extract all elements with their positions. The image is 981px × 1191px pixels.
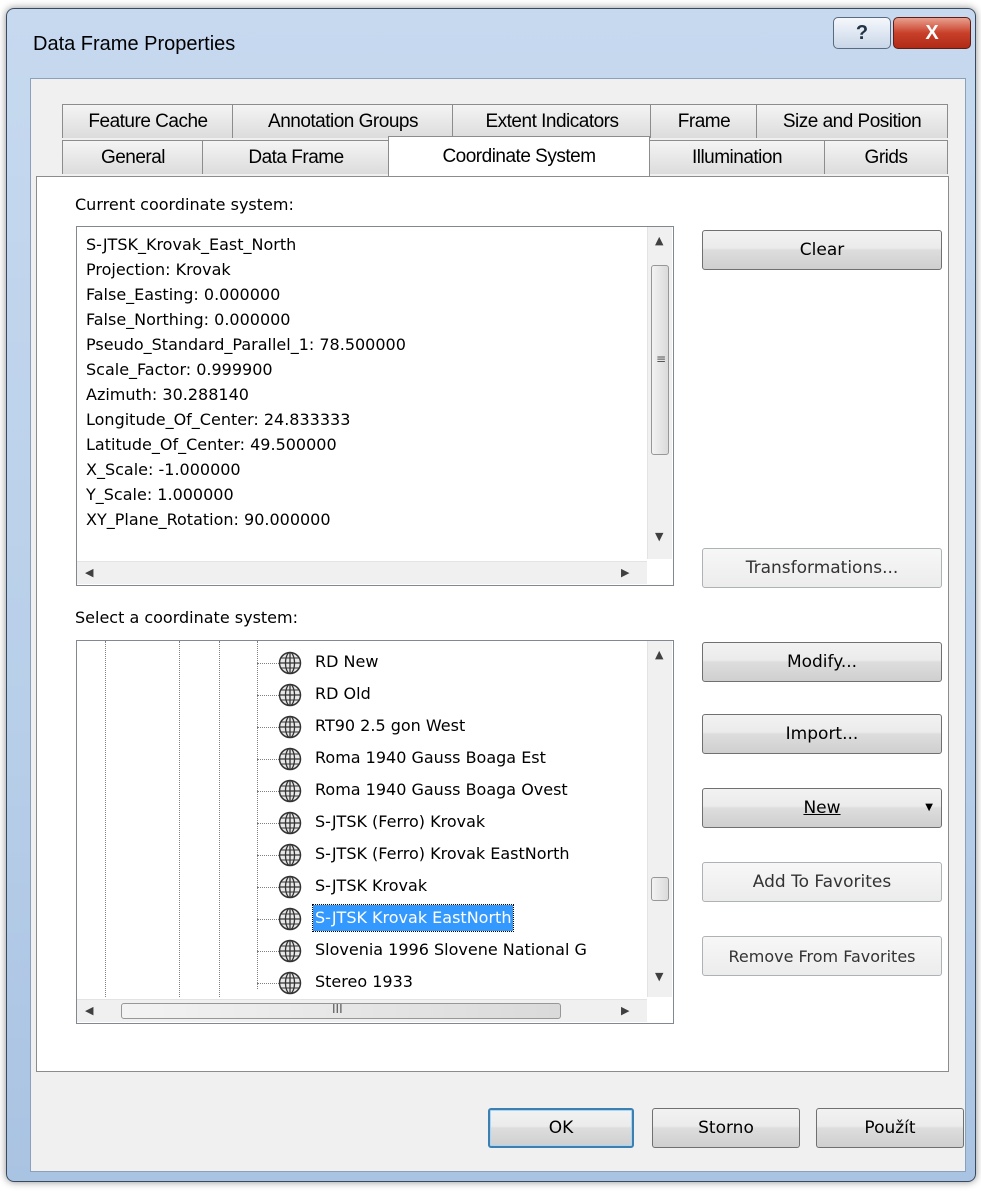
help-button[interactable]: ? — [833, 17, 891, 49]
scroll-down-arrow-icon[interactable]: ▼ — [655, 531, 663, 542]
select-cs-label: Select a coordinate system: — [75, 608, 298, 627]
cs-line: XY_Plane_Rotation: 90.000000 — [86, 510, 331, 529]
grip-icon: ≡ — [656, 352, 667, 366]
dropdown-arrow-icon: ▼ — [925, 802, 933, 813]
current-cs-vscroll-thumb[interactable]: ≡ — [651, 265, 669, 455]
title-bar[interactable]: Data Frame Properties ? X — [7, 9, 975, 73]
clear-button[interactable]: Clear — [702, 230, 942, 270]
scroll-left-arrow-icon[interactable]: ◀ — [85, 567, 93, 578]
tab-grids[interactable]: Grids — [824, 140, 948, 174]
current-cs-hscrollbar[interactable]: ◀ ▶ — [77, 561, 647, 584]
cs-line: Scale_Factor: 0.999900 — [86, 360, 273, 379]
tab-frame[interactable]: Frame — [650, 104, 758, 138]
globe-icon — [278, 939, 302, 963]
transformations-button[interactable]: Transformations... — [702, 548, 942, 588]
tree-item-label: S-JTSK (Ferro) Krovak — [315, 812, 486, 831]
scroll-up-arrow-icon[interactable]: ▲ — [655, 235, 663, 246]
tab-coordinate-system[interactable]: Coordinate System — [388, 136, 650, 176]
tree-item[interactable]: Slovenia 1996 Slovene National G — [77, 935, 637, 967]
new-button-label: New — [803, 798, 841, 818]
tree-item-label: Roma 1940 Gauss Boaga Est — [315, 748, 546, 767]
tree-item-label: Slovenia 1996 Slovene National G — [315, 940, 587, 959]
remove-from-favorites-button[interactable]: Remove From Favorites — [702, 936, 942, 976]
current-cs-textbox[interactable]: S-JTSK_Krovak_East_North Projection: Kro… — [76, 226, 674, 586]
tab-size-and-position[interactable]: Size and Position — [756, 104, 948, 138]
globe-icon — [278, 811, 302, 835]
tree-item-label: RD New — [315, 652, 379, 671]
globe-icon — [278, 971, 302, 995]
cs-line: Azimuth: 30.288140 — [86, 385, 249, 404]
tree-item-label: S-JTSK Krovak EastNorth — [311, 904, 515, 932]
cs-line: Longitude_Of_Center: 24.833333 — [86, 410, 351, 429]
tree-vscroll-thumb[interactable] — [651, 877, 669, 901]
globe-icon — [278, 907, 302, 931]
tab-annotation-groups[interactable]: Annotation Groups — [232, 104, 454, 138]
tree-item[interactable]: S-JTSK (Ferro) Krovak — [77, 807, 637, 839]
scroll-left-arrow-icon[interactable]: ◀ — [85, 1005, 93, 1016]
tree-hscroll-thumb[interactable]: III — [121, 1002, 561, 1019]
tree-item-label: S-JTSK Krovak — [315, 876, 428, 895]
cs-line: Y_Scale: 1.000000 — [86, 485, 234, 504]
tree-item-label: RD Old — [315, 684, 371, 703]
cs-line: Latitude_Of_Center: 49.500000 — [86, 435, 337, 454]
globe-icon — [278, 779, 302, 803]
globe-icon — [278, 843, 302, 867]
cs-line: Projection: Krovak — [86, 260, 231, 279]
new-button[interactable]: New ▼ — [702, 788, 942, 828]
window-title: Data Frame Properties — [33, 33, 236, 55]
cancel-button[interactable]: Storno — [652, 1108, 800, 1148]
cs-line: X_Scale: -1.000000 — [86, 460, 241, 479]
current-cs-vscrollbar[interactable]: ▲ ≡ ▼ — [647, 227, 672, 559]
cs-line: False_Easting: 0.000000 — [86, 285, 281, 304]
tab-illumination[interactable]: Illumination — [648, 140, 826, 174]
scroll-down-arrow-icon[interactable]: ▼ — [655, 971, 663, 982]
apply-button[interactable]: Použít — [816, 1108, 964, 1148]
tree-item[interactable]: S-JTSK Krovak — [77, 871, 637, 903]
tree-item-label: S-JTSK (Ferro) Krovak EastNorth — [315, 844, 570, 863]
coordinate-system-tree[interactable]: RD New RD Old RT90 2.5 gon West Roma 1940 G… — [76, 640, 674, 1024]
globe-icon — [278, 875, 302, 899]
tree-item[interactable]: S-JTSK Krovak EastNorth — [77, 903, 637, 935]
tree-item[interactable]: Roma 1940 Gauss Boaga Est — [77, 743, 637, 775]
ok-button[interactable]: OK — [488, 1108, 634, 1148]
tree-item[interactable]: Roma 1940 Gauss Boaga Ovest — [77, 775, 637, 807]
tree-item[interactable]: RT90 2.5 gon West — [77, 711, 637, 743]
tree-item[interactable]: S-JTSK (Ferro) Krovak EastNorth — [77, 839, 637, 871]
globe-icon — [278, 747, 302, 771]
tab-extent-indicators[interactable]: Extent Indicators — [452, 104, 652, 138]
globe-icon — [278, 683, 302, 707]
tab-data-frame[interactable]: Data Frame — [202, 140, 390, 174]
scroll-up-arrow-icon[interactable]: ▲ — [655, 649, 663, 660]
tree-item-label: Stereo 1933 — [315, 972, 413, 991]
tab-feature-cache[interactable]: Feature Cache — [62, 104, 234, 138]
cs-line: S-JTSK_Krovak_East_North — [86, 235, 297, 254]
globe-icon — [278, 715, 302, 739]
tree-item-label: RT90 2.5 gon West — [315, 716, 466, 735]
globe-icon — [278, 651, 302, 675]
close-button[interactable]: X — [893, 17, 971, 49]
cs-line: Pseudo_Standard_Parallel_1: 78.500000 — [86, 335, 406, 354]
tree-item[interactable]: RD New — [77, 647, 637, 679]
tree-item-label: Roma 1940 Gauss Boaga Ovest — [315, 780, 568, 799]
modify-button[interactable]: Modify... — [702, 642, 942, 682]
add-to-favorites-button[interactable]: Add To Favorites — [702, 862, 942, 902]
cs-line: False_Northing: 0.000000 — [86, 310, 291, 329]
grip-icon: III — [332, 1002, 343, 1016]
scroll-right-arrow-icon[interactable]: ▶ — [621, 567, 629, 578]
tree-vscrollbar[interactable]: ▲ ▼ — [647, 641, 672, 997]
import-button[interactable]: Import... — [702, 714, 942, 754]
tree-hscrollbar[interactable]: ◀ III ▶ — [77, 999, 647, 1022]
tree-item[interactable]: Stereo 1933 — [77, 967, 637, 999]
current-cs-label: Current coordinate system: — [75, 195, 294, 214]
tree-item[interactable]: RD Old — [77, 679, 637, 711]
scroll-right-arrow-icon[interactable]: ▶ — [621, 1005, 629, 1016]
tab-general[interactable]: General — [62, 140, 204, 174]
